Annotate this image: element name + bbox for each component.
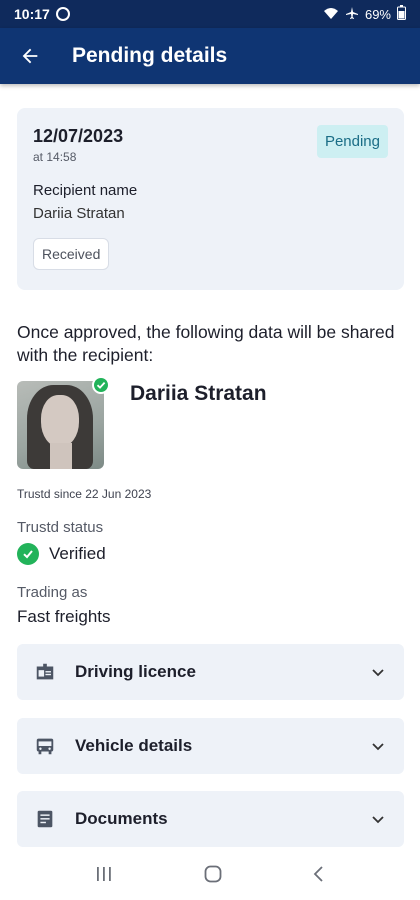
chevron-down-icon — [368, 736, 388, 756]
battery-icon — [397, 5, 406, 23]
wifi-icon — [323, 6, 339, 23]
verified-check-icon — [92, 376, 110, 394]
status-right: 69% — [323, 5, 406, 23]
trust-status-label: Trustd status — [17, 519, 104, 536]
section-documents[interactable]: Documents — [17, 791, 404, 847]
battery-level: 69% — [364, 6, 391, 22]
recipient-name: Dariia Stratan — [33, 205, 125, 222]
chevron-down-icon — [368, 662, 388, 682]
home-icon[interactable] — [203, 864, 223, 889]
bus-icon — [33, 734, 57, 758]
recents-icon[interactable] — [94, 865, 114, 888]
system-nav-bar — [0, 852, 420, 900]
airplane-icon — [345, 6, 359, 23]
document-icon — [33, 807, 57, 831]
arrow-left-icon — [22, 48, 38, 64]
summary-card: 12/07/2023 at 14:58 Pending Recipient na… — [17, 108, 404, 290]
profile-photo — [17, 381, 104, 469]
trust-status-row: Verified — [17, 543, 106, 565]
status-badge: Pending — [316, 125, 388, 158]
share-notice: Once approved, the following data will b… — [17, 322, 395, 365]
app-bar: Pending details — [0, 28, 420, 84]
back-nav-icon[interactable] — [312, 864, 326, 889]
profile-name: Dariia Stratan — [130, 382, 267, 405]
section-label: Documents — [75, 809, 168, 828]
status-bar: 10:17 69% — [0, 0, 420, 28]
received-chip: Received — [33, 238, 110, 270]
section-vehicle-details[interactable]: Vehicle details — [17, 718, 404, 774]
id-card-icon — [33, 660, 57, 684]
section-label: Vehicle details — [75, 736, 193, 755]
check-circle-icon — [17, 543, 39, 565]
back-button[interactable] — [2, 28, 58, 84]
status-time: 10:17 — [14, 6, 50, 22]
data-saver-icon — [55, 7, 70, 21]
recipient-label: Recipient name — [33, 182, 138, 199]
trust-status-value: Verified — [49, 544, 106, 563]
section-label: Driving licence — [75, 662, 196, 681]
trading-as-label: Trading as — [17, 584, 88, 601]
trading-as-value: Fast freights — [17, 607, 111, 626]
page-title: Pending details — [72, 44, 228, 67]
section-driving-licence[interactable]: Driving licence — [17, 644, 404, 700]
member-since: Trustd since 22 Jun 2023 — [17, 487, 152, 501]
chevron-down-icon — [368, 809, 388, 829]
